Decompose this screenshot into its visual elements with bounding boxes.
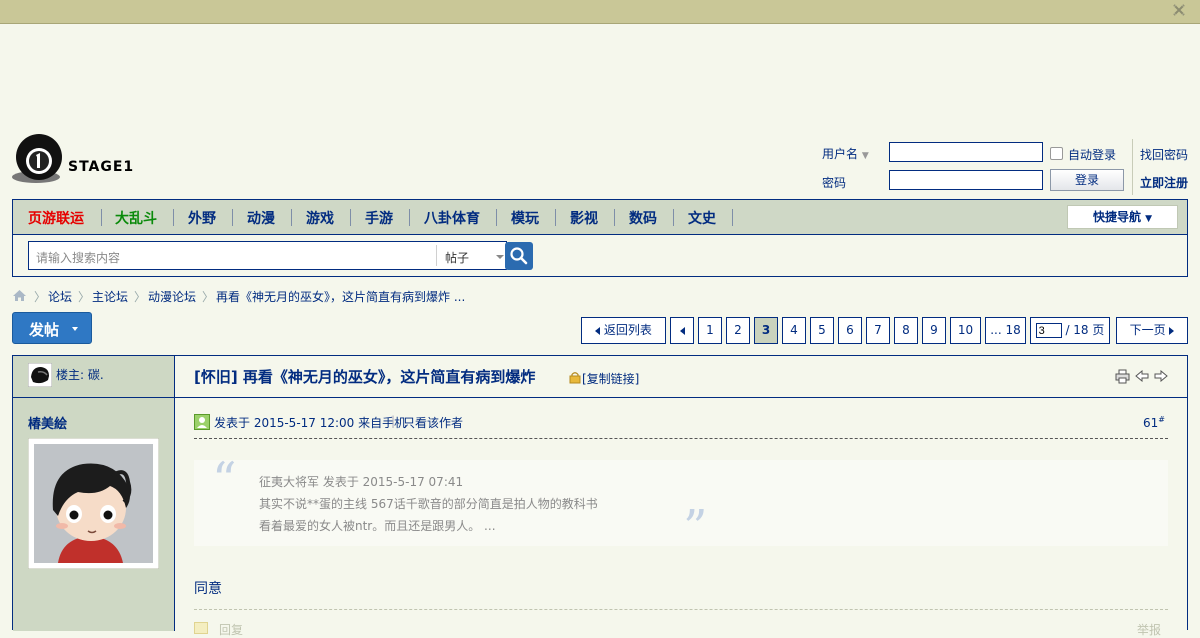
search-button[interactable]: [505, 242, 533, 270]
register-link[interactable]: 立即注册: [1140, 174, 1188, 191]
nav-item-history[interactable]: 文史: [688, 208, 716, 228]
page-2[interactable]: 2: [726, 317, 750, 344]
print-icon[interactable]: [1115, 369, 1130, 384]
post-content: 发表于 2015-5-17 12:00 来自手机 | 只看该作者 61# “ 征…: [175, 398, 1187, 637]
nav-item-brawl[interactable]: 大乱斗: [115, 208, 157, 228]
password-input[interactable]: [889, 170, 1043, 190]
new-post-button[interactable]: 发帖: [12, 312, 92, 344]
auto-login-label[interactable]: 自动登录: [1068, 146, 1116, 163]
breadcrumb-anime-forum[interactable]: 动漫论坛: [148, 288, 196, 305]
chevron-down-icon: [496, 255, 504, 259]
breadcrumb-main-forum[interactable]: 主论坛: [92, 288, 128, 305]
post-divider: [194, 438, 1168, 439]
nav-bar: 页游联运 大乱斗 外野 动漫 游戏 手游 八卦体育 模玩 影视 数码 文史 快捷…: [13, 200, 1187, 235]
op-label[interactable]: 楼主: 碳.: [56, 366, 104, 383]
close-quote-icon: ”: [683, 500, 708, 556]
reply-icon[interactable]: [194, 622, 208, 634]
nav-item-mobile[interactable]: 手游: [365, 208, 393, 228]
page-8[interactable]: 8: [894, 317, 918, 344]
thread-title[interactable]: [怀旧] 再看《神无月的巫女》，这片简直有病到爆炸: [194, 366, 535, 387]
login-divider: [1132, 139, 1133, 195]
page-18[interactable]: ... 18: [985, 317, 1026, 344]
chevron-down-icon: [72, 327, 78, 331]
search-input[interactable]: 请输入搜索内容: [36, 249, 120, 266]
username-label[interactable]: 用户名 ▼: [822, 145, 869, 162]
page-3-current: 3: [754, 317, 778, 344]
username-input[interactable]: [889, 142, 1043, 162]
page-jump: / 18 页: [1030, 317, 1110, 344]
page-1[interactable]: 1: [698, 317, 722, 344]
open-quote-icon: “: [212, 452, 237, 508]
home-icon[interactable]: [12, 289, 27, 302]
main-nav: 页游联运 大乱斗 外野 动漫 游戏 手游 八卦体育 模玩 影视 数码 文史 快捷…: [12, 199, 1188, 277]
only-author-link[interactable]: 只看该作者: [403, 414, 463, 431]
nav-item-webgame[interactable]: 页游联运: [28, 208, 84, 228]
quote-block: “ 征夷大将军 发表于 2015-5-17 07:41 其实不说**蛋的主线 5…: [194, 456, 1168, 552]
thread-container: 楼主: 碳. 椿美絵 [怀旧] 再看《神无月的巫女》，这片简直有病到爆炸 [复制…: [12, 355, 1188, 637]
quote-header: 征夷大将军 发表于 2015-5-17 07:41: [259, 475, 464, 489]
author-sidebar: 楼主: 碳. 椿美絵: [13, 356, 175, 631]
page-5[interactable]: 5: [810, 317, 834, 344]
prev-thread-icon[interactable]: [1135, 370, 1149, 382]
nav-item-games[interactable]: 游戏: [306, 208, 334, 228]
search-type-select[interactable]: 帖子: [445, 249, 469, 266]
nav-item-models[interactable]: 模玩: [511, 208, 539, 228]
op-info: 楼主: 碳.: [13, 356, 174, 398]
thread-header: [怀旧] 再看《神无月的巫女》，这片简直有病到爆炸 [复制链接]: [175, 356, 1187, 398]
post-body-text: 同意: [194, 581, 222, 597]
op-avatar[interactable]: [28, 363, 52, 387]
page-jump-input[interactable]: [1035, 323, 1062, 338]
nav-item-gossip-sports[interactable]: 八卦体育: [424, 208, 480, 228]
prev-page-button[interactable]: [670, 317, 694, 344]
nav-item-outfield[interactable]: 外野: [188, 208, 216, 228]
banner-area: [0, 24, 1200, 124]
page-7[interactable]: 7: [866, 317, 890, 344]
quick-nav-button[interactable]: 快捷导航 ▼: [1067, 205, 1178, 229]
post-footer-divider: [194, 609, 1168, 610]
breadcrumb-current-thread[interactable]: 再看《神无月的巫女》，这片简直有病到爆炸 ...: [216, 288, 465, 305]
copy-link[interactable]: [复制链接]: [582, 370, 639, 387]
lock-icon: [569, 372, 581, 384]
password-label: 密码: [822, 176, 847, 190]
nav-item-digital[interactable]: 数码: [629, 208, 657, 228]
breadcrumb-forum[interactable]: 论坛: [48, 288, 72, 305]
chevron-left-icon: [595, 326, 601, 335]
quote-line-1: 其实不说**蛋的主线 567话千歌音的部分简直是拍人物的教科书: [259, 497, 598, 511]
page-4[interactable]: 4: [782, 317, 806, 344]
next-thread-icon[interactable]: [1154, 370, 1168, 382]
next-page-button[interactable]: 下一页: [1116, 317, 1188, 344]
author-avatar[interactable]: [28, 438, 159, 569]
page-total: / 18 页: [1065, 323, 1105, 337]
search-box: 请输入搜索内容 帖子: [28, 241, 507, 270]
auto-login-checkbox[interactable]: [1050, 147, 1063, 160]
page-10[interactable]: 10: [950, 317, 981, 344]
floor-number[interactable]: 61#: [1143, 415, 1165, 430]
back-to-list-button[interactable]: 返回列表: [581, 317, 666, 344]
post-author-name[interactable]: 椿美絵: [28, 413, 67, 432]
login-button[interactable]: 登录: [1050, 169, 1124, 191]
close-icon[interactable]: [1172, 3, 1186, 17]
quote-line-2: 看着最爱的女人被ntr。而且还是跟男人。 ...: [259, 519, 496, 533]
chevron-right-icon: [1169, 326, 1175, 335]
page-6[interactable]: 6: [838, 317, 862, 344]
page-9[interactable]: 9: [922, 317, 946, 344]
user-online-icon: [194, 414, 210, 430]
nav-item-film[interactable]: 影视: [570, 208, 598, 228]
nav-item-anime[interactable]: 动漫: [247, 208, 275, 228]
post-meta: 发表于 2015-5-17 12:00 来自手机: [214, 416, 407, 430]
chevron-left-icon: [679, 326, 685, 335]
logo-text: STAGE1: [68, 159, 135, 175]
top-bar: [0, 0, 1200, 24]
find-password-link[interactable]: 找回密码: [1140, 146, 1188, 163]
